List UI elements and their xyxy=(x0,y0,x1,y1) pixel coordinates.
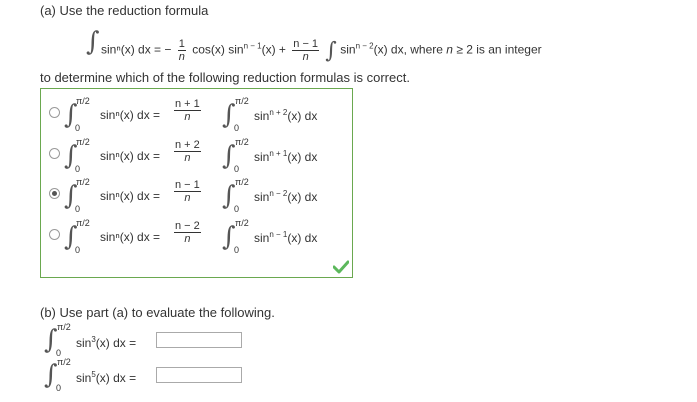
rhs-end: (x) dx xyxy=(287,150,318,164)
condition-variable: n xyxy=(446,42,453,57)
formula-term-2-end: (x) dx, where xyxy=(373,42,443,57)
lower-limit: 0 xyxy=(234,123,240,133)
lower-limit: 0 xyxy=(234,245,240,255)
upper-limit: π/2 xyxy=(57,322,71,332)
formula-fraction-1: 1 n xyxy=(177,38,186,63)
integral-sign: ∫ xyxy=(325,38,337,64)
upper-limit: π/2 xyxy=(76,218,90,228)
fraction-denominator: n xyxy=(184,233,191,245)
option-lhs: sinⁿ(x) dx = xyxy=(100,230,161,244)
upper-limit: π/2 xyxy=(235,96,249,106)
upper-limit: π/2 xyxy=(235,218,249,228)
evaluate-expression: sin5(x) dx = xyxy=(76,370,136,385)
expr-function: sin xyxy=(76,336,92,350)
formula-lhs: sinⁿ(x) dx = xyxy=(101,42,162,57)
rhs-end: (x) dx xyxy=(287,109,318,123)
option-radio[interactable] xyxy=(49,107,60,118)
formula-minus: − xyxy=(164,42,172,57)
option-fraction: n − 2n xyxy=(174,220,201,245)
option-rhs: sinn + 2(x) dx xyxy=(254,108,317,123)
fraction-denominator: n xyxy=(178,51,185,63)
formula-term-1-end: (x) + xyxy=(261,42,286,57)
option-rhs: sinn + 1(x) dx xyxy=(254,149,317,164)
fraction-numerator: n − 1 xyxy=(292,38,320,51)
fraction-numerator: n − 1 xyxy=(174,179,201,192)
lower-limit: 0 xyxy=(75,164,81,174)
upper-limit: π/2 xyxy=(57,357,71,367)
option-lhs: sinⁿ(x) dx = xyxy=(100,189,161,203)
formula-term-2-exponent: n − 2 xyxy=(355,41,374,51)
formula-term-2: sin xyxy=(340,42,356,57)
option-radio[interactable] xyxy=(49,148,60,159)
fraction-numerator: n + 2 xyxy=(174,139,201,152)
checkmark-icon xyxy=(333,260,349,274)
rhs-function: sin xyxy=(254,150,270,164)
fraction-numerator: n − 2 xyxy=(174,220,201,233)
rhs-function: sin xyxy=(254,109,270,123)
option-fraction: n + 2n xyxy=(174,139,201,164)
rhs-exponent: n − 2 xyxy=(269,189,288,198)
expr-end: (x) dx = xyxy=(95,336,137,350)
option-rhs: sinn − 1(x) dx xyxy=(254,230,317,245)
rhs-exponent: n + 2 xyxy=(269,108,288,117)
upper-limit: π/2 xyxy=(76,96,90,106)
option-lhs: sinⁿ(x) dx = xyxy=(100,108,161,122)
formula-fraction-2: n − 1 n xyxy=(292,38,320,63)
rhs-end: (x) dx xyxy=(287,190,318,204)
instruction-text: to determine which of the following redu… xyxy=(40,70,410,85)
lower-limit: 0 xyxy=(75,245,81,255)
formula-term-1: cos(x) sin xyxy=(192,42,244,57)
part-b-heading: (b) Use part (a) to evaluate the followi… xyxy=(40,305,275,320)
upper-limit: π/2 xyxy=(235,177,249,187)
upper-limit: π/2 xyxy=(76,177,90,187)
option-fraction: n + 1n xyxy=(174,98,201,123)
fraction-numerator: 1 xyxy=(177,38,186,51)
option-lhs: sinⁿ(x) dx = xyxy=(100,149,161,163)
option-rhs: sinn − 2(x) dx xyxy=(254,189,317,204)
reduction-formula: sinⁿ(x) dx = − 1 n cos(x) sinn − 1(x) + … xyxy=(101,38,542,65)
part-a-heading: (a) Use the reduction formula xyxy=(40,3,209,18)
option-radio[interactable] xyxy=(49,188,60,199)
lower-limit: 0 xyxy=(234,164,240,174)
lower-limit: 0 xyxy=(234,204,240,214)
lower-limit: 0 xyxy=(75,123,81,133)
fraction-denominator: n xyxy=(184,152,191,164)
evaluate-expression: sin3(x) dx = xyxy=(76,335,136,350)
fraction-denominator: n xyxy=(302,51,309,63)
option-radio[interactable] xyxy=(49,229,60,240)
condition-text: ≥ 2 is an integer xyxy=(456,42,542,57)
option-fraction: n − 1n xyxy=(174,179,201,204)
upper-limit: π/2 xyxy=(76,137,90,147)
lower-limit: 0 xyxy=(56,383,62,393)
rhs-exponent: n − 1 xyxy=(269,230,288,239)
expr-end: (x) dx = xyxy=(95,371,137,385)
upper-limit: π/2 xyxy=(235,137,249,147)
fraction-denominator: n xyxy=(184,111,191,123)
rhs-exponent: n + 1 xyxy=(269,149,288,158)
rhs-function: sin xyxy=(254,190,270,204)
formula-term-1-exponent: n − 1 xyxy=(243,41,262,51)
answer-input[interactable] xyxy=(156,332,242,348)
rhs-function: sin xyxy=(254,231,270,245)
lower-limit: 0 xyxy=(75,204,81,214)
fraction-denominator: n xyxy=(184,192,191,204)
expr-function: sin xyxy=(76,371,92,385)
rhs-end: (x) dx xyxy=(287,231,318,245)
answer-input[interactable] xyxy=(156,367,242,383)
fraction-numerator: n + 1 xyxy=(174,98,201,111)
integral-sign: ∫ xyxy=(86,27,100,57)
